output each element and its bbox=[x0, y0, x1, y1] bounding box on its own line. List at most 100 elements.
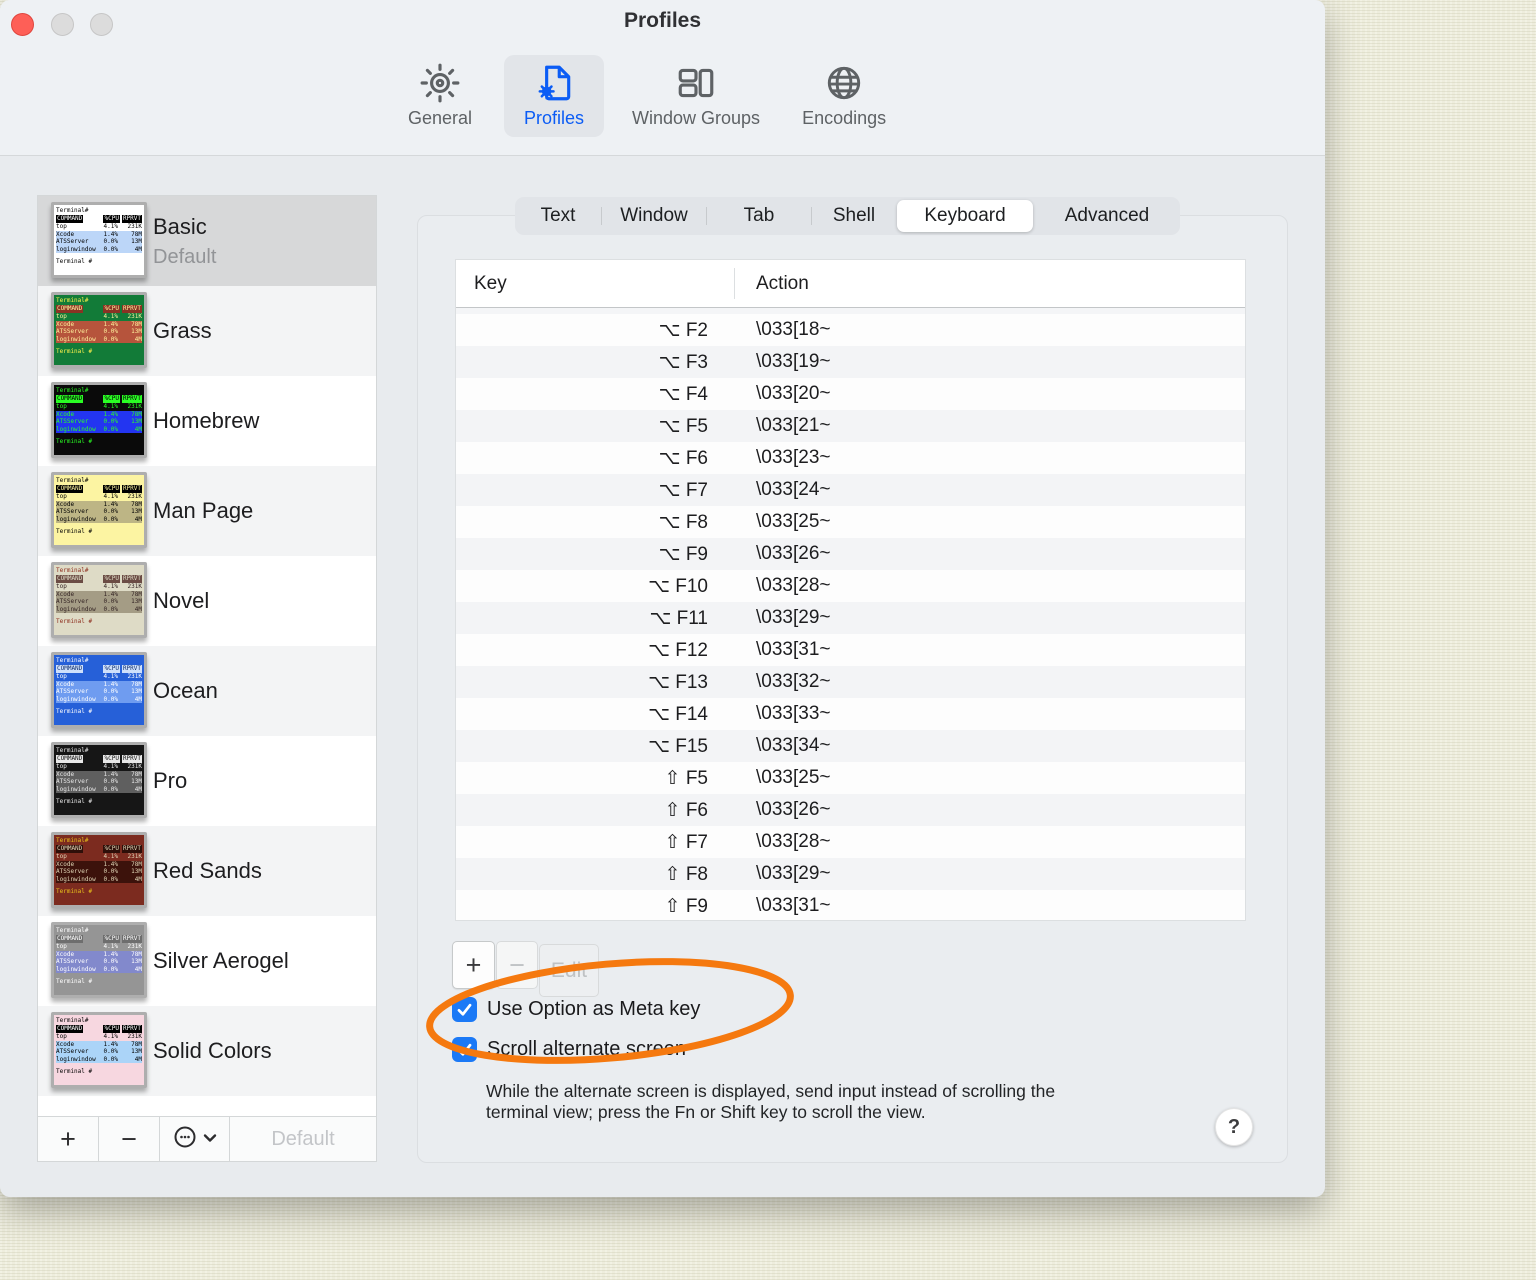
profile-subtitle: Default bbox=[153, 245, 217, 268]
profile-label-group: Silver Aerogel bbox=[153, 948, 289, 974]
process-mem: 231K bbox=[127, 223, 142, 230]
profile-row-ocean[interactable]: Terminal# COMMAND %CPU RPRVT top 4.1% 231K Xcod… bbox=[38, 646, 376, 736]
profile-row-grass[interactable]: Terminal# COMMAND %CPU RPRVT top 4.1% 231K Xcod… bbox=[38, 286, 376, 376]
table-row[interactable]: ⌥ F12 \033[31~ bbox=[456, 634, 1245, 666]
table-row[interactable]: ⌥ F7 \033[24~ bbox=[456, 474, 1245, 506]
profile-row-homebrew[interactable]: Terminal# COMMAND %CPU RPRVT top 4.1% 231K Xcod… bbox=[38, 376, 376, 466]
action-column-header[interactable]: Action bbox=[734, 273, 809, 295]
table-row[interactable]: ⌥ F5 \033[21~ bbox=[456, 410, 1245, 442]
profile-row-pro[interactable]: Terminal# COMMAND %CPU RPRVT top 4.1% 231K Xcod… bbox=[38, 736, 376, 826]
scroll-alternate-screen-checkbox-row[interactable]: Scroll alternate screen bbox=[452, 1037, 686, 1062]
toolbar-item-profiles[interactable]: Profiles bbox=[504, 55, 604, 137]
tab-shell[interactable]: Shell bbox=[812, 200, 896, 232]
tab-window[interactable]: Window bbox=[602, 200, 706, 232]
process-name: ATSServer bbox=[56, 778, 89, 785]
edit-key-button[interactable]: Edit bbox=[539, 944, 599, 997]
help-button[interactable]: ? bbox=[1215, 1108, 1253, 1146]
toolbar-item-encodings[interactable]: Encodings bbox=[788, 55, 900, 137]
use-option-as-meta-checkbox-row[interactable]: Use Option as Meta key bbox=[452, 997, 700, 1022]
thumbnail-header-row: COMMAND %CPU RPRVT bbox=[56, 485, 142, 493]
table-row[interactable]: ⇧ F6 \033[26~ bbox=[456, 794, 1245, 826]
profile-row-man-page[interactable]: Terminal# COMMAND %CPU RPRVT top 4.1% 231K Xcod… bbox=[38, 466, 376, 556]
table-row[interactable]: ⌥ F4 \033[20~ bbox=[456, 378, 1245, 410]
process-cpu: 0.0% bbox=[103, 508, 118, 515]
table-row[interactable]: ⌥ F11 \033[29~ bbox=[456, 602, 1245, 634]
table-row[interactable]: ⌥ F8 \033[25~ bbox=[456, 506, 1245, 538]
process-cpu: 1.4% bbox=[103, 1040, 118, 1048]
process-mem: 4M bbox=[134, 875, 142, 883]
process-name: ATSServer bbox=[56, 598, 89, 605]
profile-label-group: Novel bbox=[153, 588, 209, 614]
set-default-button[interactable]: Default bbox=[230, 1117, 376, 1161]
process-mem: 78M bbox=[131, 950, 142, 958]
tab-keyboard[interactable]: Keyboard bbox=[897, 200, 1033, 232]
table-row[interactable]: ⌥ F10 \033[28~ bbox=[456, 570, 1245, 602]
thumbnail-column-chip: %CPU bbox=[103, 485, 120, 493]
thumbnail-column-chip: RPRVT bbox=[121, 755, 142, 763]
table-row[interactable]: ⌥ F2 \033[18~ bbox=[456, 314, 1245, 346]
thumbnail-process-row: Xcode 1.4% 78M bbox=[56, 950, 142, 958]
profile-list-footer: + − Default bbox=[38, 1116, 376, 1161]
column-divider bbox=[734, 268, 735, 299]
toolbar-item-window-groups[interactable]: Window Groups bbox=[618, 55, 774, 137]
process-mem: 231K bbox=[127, 493, 142, 500]
action-cell: \033[28~ bbox=[756, 831, 831, 852]
thumbnail-process-row: ATSServer 0.0% 13M bbox=[56, 868, 142, 876]
profile-row-silver-aerogel[interactable]: Terminal# COMMAND %CPU RPRVT top 4.1% 231K Xcod… bbox=[38, 916, 376, 1006]
table-row[interactable]: ⌥ F15 \033[34~ bbox=[456, 730, 1245, 762]
table-row[interactable]: ⌥ F9 \033[26~ bbox=[456, 538, 1245, 570]
key-cell: ⌥ F14 bbox=[648, 703, 708, 725]
process-mem: 78M bbox=[131, 410, 142, 418]
table-row[interactable]: ⌥ F13 \033[32~ bbox=[456, 666, 1245, 698]
table-row[interactable]: ⇧ F7 \033[28~ bbox=[456, 826, 1245, 858]
profile-name: Red Sands bbox=[153, 858, 262, 883]
process-cpu: 4.1% bbox=[103, 943, 118, 950]
action-cell: \033[25~ bbox=[756, 767, 831, 788]
table-row[interactable]: ⌥ F3 \033[19~ bbox=[456, 346, 1245, 378]
thumbnail-column-chip: RPRVT bbox=[121, 395, 142, 403]
table-row[interactable]: ⇧ F8 \033[29~ bbox=[456, 858, 1245, 890]
thumbnail-process-row: ATSServer 0.0% 13M bbox=[56, 238, 142, 246]
key-column-header[interactable]: Key bbox=[456, 273, 734, 295]
profile-name: Silver Aerogel bbox=[153, 948, 289, 973]
table-row[interactable]: ⇧ F5 \033[25~ bbox=[456, 762, 1245, 794]
add-profile-button[interactable]: + bbox=[38, 1117, 99, 1161]
table-row[interactable]: ⌥ F14 \033[33~ bbox=[456, 698, 1245, 730]
profile-row-novel[interactable]: Terminal# COMMAND %CPU RPRVT top 4.1% 231K Xcod… bbox=[38, 556, 376, 646]
thumbnail-column-chip: RPRVT bbox=[121, 845, 142, 853]
thumbnail-terminal-title: Terminal# bbox=[56, 1017, 89, 1024]
process-cpu: 0.0% bbox=[103, 1055, 118, 1063]
process-cpu: 0.0% bbox=[103, 245, 118, 253]
table-row[interactable]: ⇧ F9 \033[31~ bbox=[456, 890, 1245, 920]
tab-text[interactable]: Text bbox=[515, 200, 601, 232]
add-key-button[interactable]: + bbox=[452, 941, 495, 989]
tab-advanced[interactable]: Advanced bbox=[1034, 200, 1180, 232]
profile-thumbnail: Terminal# COMMAND %CPU RPRVT top 4.1% 231K Xcod… bbox=[51, 562, 147, 638]
key-cell: ⌥ F5 bbox=[658, 415, 708, 437]
process-mem: 231K bbox=[127, 853, 142, 860]
checkbox-checked-icon[interactable] bbox=[452, 997, 477, 1022]
thumbnail-process-row: top 4.1% 231K bbox=[56, 943, 142, 951]
checkbox-checked-icon[interactable] bbox=[452, 1037, 477, 1062]
thumbnail-terminal-title: Terminal# bbox=[56, 387, 89, 394]
toolbar-item-general[interactable]: General bbox=[390, 55, 490, 137]
process-mem: 231K bbox=[127, 583, 142, 590]
profile-row-solid-colors[interactable]: Terminal# COMMAND %CPU RPRVT top 4.1% 231K Xcod… bbox=[38, 1006, 376, 1096]
toolbar-item-label: General bbox=[407, 108, 473, 128]
profile-actions-button[interactable] bbox=[160, 1117, 230, 1161]
profile-row-red-sands[interactable]: Terminal# COMMAND %CPU RPRVT top 4.1% 231K Xcod… bbox=[38, 826, 376, 916]
profile-row-basic[interactable]: Terminal# COMMAND %CPU RPRVT top 4.1% 231K Xcod… bbox=[38, 196, 376, 286]
table-row[interactable]: ⌥ F6 \033[23~ bbox=[456, 442, 1245, 474]
gear-icon bbox=[419, 61, 461, 105]
key-cell: ⌥ F4 bbox=[658, 383, 708, 405]
remove-key-button[interactable]: − bbox=[496, 941, 538, 989]
thumbnail-header-row: COMMAND %CPU RPRVT bbox=[56, 755, 142, 763]
process-name: ATSServer bbox=[56, 508, 89, 515]
profile-name: Man Page bbox=[153, 498, 254, 523]
profile-thumbnail: Terminal# COMMAND %CPU RPRVT top 4.1% 231K Xcod… bbox=[51, 202, 147, 278]
thumbnail-terminal-prompt: Terminal # bbox=[56, 438, 93, 445]
remove-profile-button[interactable]: − bbox=[99, 1117, 160, 1161]
tab-tab[interactable]: Tab bbox=[707, 200, 811, 232]
